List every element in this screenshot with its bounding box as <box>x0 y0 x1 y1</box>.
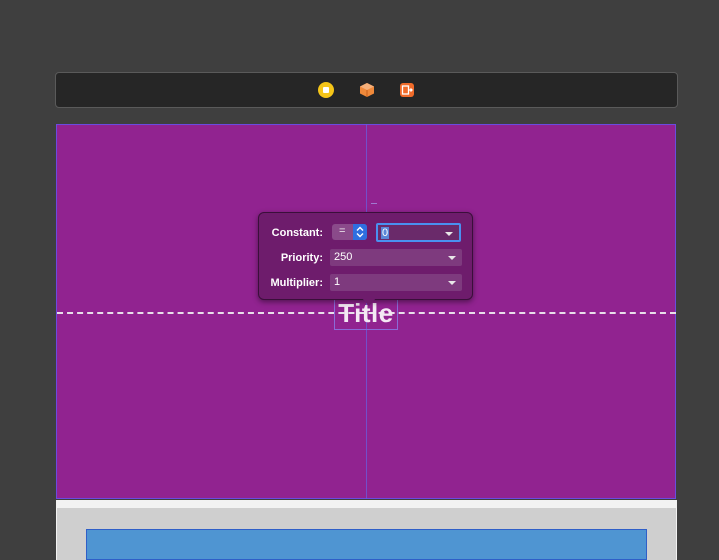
relation-value: = <box>339 225 346 237</box>
scene-dock-bar <box>55 72 678 108</box>
multiplier-value: 1 <box>334 276 341 288</box>
chevron-down-icon[interactable] <box>445 232 453 236</box>
blue-subview[interactable] <box>86 529 647 560</box>
first-responder-icon[interactable] <box>359 82 375 98</box>
exit-icon[interactable] <box>399 82 415 98</box>
constant-label: Constant: <box>271 227 323 239</box>
priority-value: 250 <box>334 251 353 263</box>
multiplier-field[interactable]: 1 <box>330 274 462 291</box>
chevron-down-icon[interactable] <box>448 256 456 260</box>
priority-field[interactable]: 250 <box>330 249 462 266</box>
constant-value: 0 <box>381 227 390 239</box>
view-controller-icon[interactable] <box>318 82 334 98</box>
chevron-updown-icon <box>353 224 367 240</box>
multiplier-label: Multiplier: <box>270 277 323 289</box>
priority-label: Priority: <box>280 252 323 264</box>
relation-popup[interactable]: = <box>332 224 367 240</box>
constraint-editor-popover: Constant: = 0 Priority: 250 Multiplier: … <box>258 212 473 300</box>
chevron-down-icon[interactable] <box>448 281 456 285</box>
constraint-tick <box>371 203 377 204</box>
popover-arrow <box>361 297 377 306</box>
constant-field[interactable]: 0 <box>376 223 461 242</box>
